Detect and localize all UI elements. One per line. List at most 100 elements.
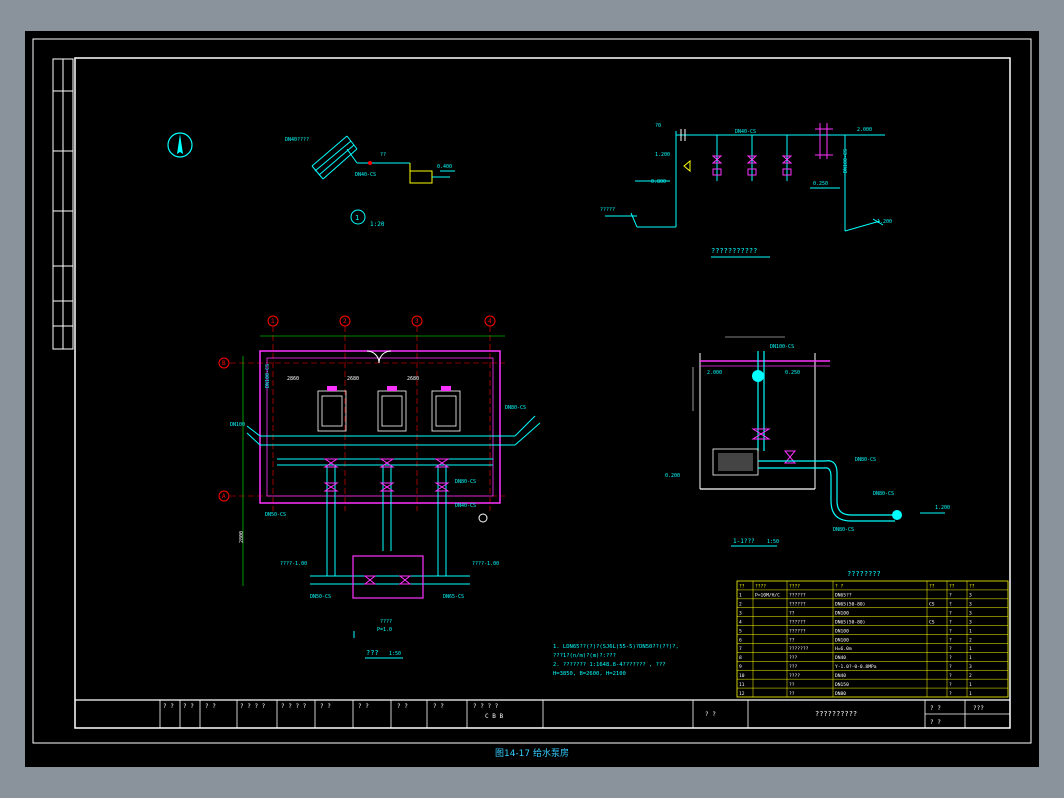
table-cell: DN100 <box>835 628 849 634</box>
table-cell: DN65?? <box>835 593 852 599</box>
table-cell: ??????? <box>789 646 809 652</box>
note-line-4: H=3850, B=2600, H=2100 <box>553 671 626 677</box>
outer-frame <box>32 38 1032 744</box>
table-cell: ? <box>949 682 952 688</box>
table-cell: ??? <box>789 655 798 661</box>
pipe-label-right: DN80-CS <box>873 491 894 497</box>
tb-right-2: ??? <box>973 705 984 712</box>
table-cell: ?????? <box>789 619 806 625</box>
table-cell: 10 <box>739 673 745 679</box>
table-cell: 7 <box>739 646 742 652</box>
note-line-1: 1. LDN65??(?)?(SJ6L)55-5)?DN50??(??)?, <box>553 644 679 650</box>
tb-cell-5: ? ? ? ? <box>281 703 307 710</box>
table-header-cell: ???? <box>755 584 766 590</box>
svg-text:DN50-CS: DN50-CS <box>265 512 286 518</box>
table-cell: DN40 <box>835 655 846 661</box>
detail-one: DN40???? DN40-CS ?? 0.400 1 1:20 <box>167 132 455 228</box>
pipe-label-top: DN40-CS <box>735 129 756 135</box>
drawing-caption: 图14-17 给水泵房 <box>494 749 569 759</box>
axis-label-b: B <box>222 360 226 367</box>
table-cell: 2 <box>969 673 972 679</box>
table-cell: CS <box>929 602 935 608</box>
svg-text:1: 1 <box>355 214 359 222</box>
svg-text:DN40????: DN40???? <box>285 137 309 143</box>
table-cell: 1 <box>969 646 972 652</box>
table-cell: 12 <box>739 691 745 697</box>
plan-title: ??? <box>366 649 379 657</box>
tb-cell-1: ? ? <box>163 703 174 710</box>
tb-cell-7: ? ? <box>358 703 369 710</box>
svg-text:?0: ?0 <box>655 123 661 129</box>
table-cell: DN65(50-80) <box>835 619 865 625</box>
table-cell: 3 <box>969 664 972 670</box>
svg-text:DN100: DN100 <box>230 422 245 428</box>
axis-label-1: 1 <box>271 318 275 325</box>
svg-text:DN100-CS: DN100-CS <box>843 149 849 173</box>
table-cell: P=10M/H/C <box>755 593 780 599</box>
table-cell: ? <box>949 602 952 608</box>
svg-text:DN40-CS: DN40-CS <box>455 503 476 509</box>
table-cell: 2 <box>969 637 972 643</box>
table-cell: 1 <box>739 593 742 599</box>
svg-text:1.200: 1.200 <box>935 505 950 511</box>
tb-cell-6: ? ? <box>320 703 331 710</box>
pipe-label-bottom: DN65-CS <box>443 594 464 600</box>
svg-text:??: ?? <box>380 152 386 158</box>
svg-text:DN80-CS: DN80-CS <box>505 405 526 411</box>
table-cell: 5 <box>739 628 742 634</box>
svg-text:1.200: 1.200 <box>655 152 670 158</box>
table-header-cell: ?? <box>969 584 975 590</box>
inner-frame <box>74 57 1011 729</box>
title-block: ? ? ? ? ? ? ? ? ? ? ? ? ? ? ? ? ? ? ? ? … <box>75 699 1010 728</box>
tb-cell-10: ? ? ? ? <box>473 703 499 710</box>
axis-label-3: 3 <box>415 318 419 325</box>
tb-cell-8: ? ? <box>397 703 408 710</box>
table-cell: ? <box>949 637 952 643</box>
table-cell: ? <box>949 610 952 616</box>
axis-label-2: 2 <box>343 318 347 325</box>
table-cell: 2 <box>739 602 742 608</box>
table-cell: ???? <box>789 673 800 679</box>
svg-text:DN80-CS: DN80-CS <box>855 457 876 463</box>
table-cell: ? <box>949 646 952 652</box>
svg-text:2.000: 2.000 <box>857 127 872 133</box>
svg-text:DN100-CS: DN100-CS <box>265 364 271 388</box>
svg-text:DN100-CS: DN100-CS <box>770 344 794 350</box>
table-header-cell: ? ? <box>835 584 844 590</box>
table-cell: ?? <box>789 691 795 697</box>
table-cell: 8 <box>739 655 742 661</box>
table-cell: ?? <box>789 610 795 616</box>
table-cell: ?????? <box>789 593 806 599</box>
table-cell: 1 <box>969 628 972 634</box>
table-cell: ?????? <box>789 628 806 634</box>
tb-stamp: C B B <box>485 713 503 720</box>
tb-right-3: ? ? <box>930 719 941 726</box>
svg-text:0.200: 0.200 <box>665 473 680 479</box>
table-cell: CS <box>929 619 935 625</box>
tb-drawing-name: ?????????? <box>815 710 857 718</box>
table-cell: ? <box>949 593 952 599</box>
svg-text:DN80-CS: DN80-CS <box>455 479 476 485</box>
table-header-cell: ?? <box>739 584 745 590</box>
tb-cell-9: ? ? <box>433 703 444 710</box>
tb-cell-4: ? ? ? ? <box>240 703 266 710</box>
svg-text:????-1.00: ????-1.00 <box>280 561 307 567</box>
svg-text:2860: 2860 <box>287 376 299 382</box>
cad-drawing-canvas: DN40???? DN40-CS ?? 0.400 1 1:20 ?0 DN40… <box>32 38 1032 744</box>
note-line-3: 2. ??????? 1:1648.8-4??????? , ??? <box>553 662 666 668</box>
table-cell: DN40 <box>835 673 846 679</box>
table-cell: ?????? <box>789 602 806 608</box>
table-header-cell: ???? <box>789 584 800 590</box>
axis-label-4: 4 <box>488 318 492 325</box>
svg-text:DN80-CS: DN80-CS <box>833 527 854 533</box>
note-line-2: ???1?(n/m)?(m)?:??? <box>553 653 616 659</box>
svg-text:0.250: 0.250 <box>813 181 828 187</box>
svg-text:DN40-CS: DN40-CS <box>355 172 376 178</box>
svg-text:2680: 2680 <box>407 376 419 382</box>
table-cell: DN80 <box>835 691 846 697</box>
system-diagram: ?0 DN40-CS 2.000 1.200 0.800 0.250 ?????… <box>600 123 892 258</box>
svg-text:2.000: 2.000 <box>707 370 722 376</box>
table-cell: DN100 <box>835 637 849 643</box>
svg-text:2800: 2800 <box>239 531 245 543</box>
table-cell: ? <box>949 628 952 634</box>
